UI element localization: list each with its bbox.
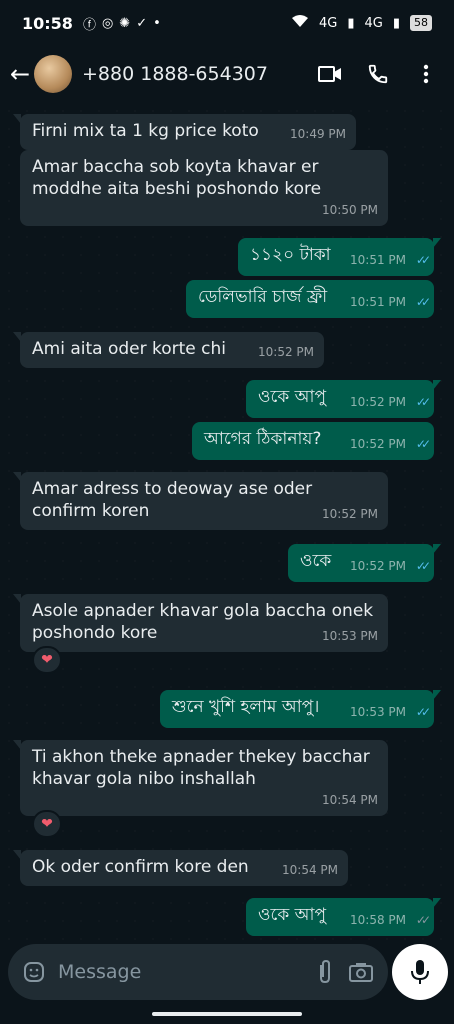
microphone-icon[interactable] — [392, 944, 448, 1000]
message-input[interactable]: Message — [58, 961, 302, 983]
message-time: 10:52 PM — [322, 507, 378, 521]
message-time: 10:51 PM — [350, 253, 406, 267]
message-outgoing[interactable]: ডেলিভারি চার্জ ফ্রী 10:51 PM ✓✓ — [186, 280, 434, 318]
message-outgoing[interactable]: শুনে খুশি হলাম আপু। 10:53 PM ✓✓ — [160, 690, 441, 728]
status-time: 10:58 — [22, 13, 73, 33]
status-right: 4G ▮ 4G ▮ 58 — [291, 14, 432, 32]
message-incoming[interactable]: Amar adress to deoway ase oder confirm k… — [13, 472, 388, 530]
home-indicator — [152, 1012, 302, 1016]
message-time: 10:54 PM — [322, 793, 378, 807]
message-text: ডেলিভারি চার্জ ফ্রী — [198, 287, 328, 307]
message-outgoing[interactable]: ওকে আপু 10:52 PM ✓✓ — [246, 380, 441, 418]
signal-icon-2: ▮ — [392, 15, 400, 31]
contact-phone[interactable]: +880 1888-654307 — [82, 63, 302, 85]
avatar[interactable] — [34, 55, 72, 93]
message-incoming[interactable]: Ami aita oder korte chi 10:52 PM — [13, 332, 324, 368]
message-text: Amar adress to deoway ase oder confirm k… — [32, 479, 313, 521]
message-time: 10:49 PM — [290, 127, 346, 141]
video-call-icon[interactable] — [310, 54, 350, 94]
signal-icon-1: ▮ — [347, 15, 355, 31]
wifi-icon — [291, 14, 309, 32]
message-time: 10:53 PM — [350, 705, 406, 719]
message-text: আগের ঠিকানায়? — [204, 429, 322, 449]
message-time: 10:52 PM — [258, 345, 314, 359]
message-outgoing[interactable]: ওকে আপু 10:58 PM ✓✓ — [246, 898, 441, 936]
heart-reaction-icon[interactable]: ❤ — [32, 646, 62, 674]
message-time: 10:52 PM — [350, 437, 406, 451]
message-composer[interactable]: Message — [8, 944, 388, 1000]
message-text: ওকে আপু — [258, 387, 327, 407]
message-text: ওকে — [300, 551, 332, 571]
message-time: 10:54 PM — [282, 863, 338, 877]
dot-icon: • — [153, 15, 161, 31]
message-incoming[interactable]: Firni mix ta 1 kg price koto 10:49 PM — [13, 114, 356, 150]
phone-icon[interactable] — [358, 54, 398, 94]
chatgpt-icon: ✺ — [119, 15, 131, 31]
message-time: 10:52 PM — [350, 395, 406, 409]
read-ticks-icon: ✓✓ — [415, 437, 431, 451]
check-download-icon: ✓ — [136, 15, 148, 31]
message-text: ১১২০ টাকা — [250, 245, 331, 265]
message-outgoing[interactable]: ১১২০ টাকা 10:51 PM ✓✓ — [238, 238, 441, 276]
message-text: Ti akhon theke apnader thekey bacchar kh… — [32, 747, 370, 789]
battery-level: 58 — [410, 15, 432, 31]
message-outgoing[interactable]: আগের ঠিকানায়? 10:52 PM ✓✓ — [192, 422, 434, 460]
message-incoming[interactable]: Ok oder confirm kore den 10:54 PM — [13, 850, 348, 886]
message-incoming[interactable]: Asole apnader khavar gola baccha onek po… — [13, 594, 388, 652]
message-text: Ok oder confirm kore den — [32, 857, 249, 877]
notification-icons: ⓕ ◎ ✺ ✓ • — [83, 14, 161, 33]
read-ticks-icon: ✓✓ — [415, 395, 431, 409]
message-time: 10:50 PM — [322, 203, 378, 217]
message-outgoing[interactable]: ওকে 10:52 PM ✓✓ — [288, 544, 441, 582]
camera-icon[interactable] — [348, 961, 374, 983]
message-text: Ami aita oder korte chi — [32, 339, 226, 359]
chat-area[interactable]: Firni mix ta 1 kg price koto 10:49 PM Am… — [0, 102, 454, 942]
message-text: Firni mix ta 1 kg price koto — [32, 121, 259, 141]
read-ticks-icon: ✓✓ — [415, 559, 431, 573]
message-incoming[interactable]: Amar baccha sob koyta khavar er moddhe a… — [20, 150, 388, 226]
delivered-ticks-icon: ✓✓ — [415, 913, 431, 927]
message-time: 10:53 PM — [322, 629, 378, 643]
message-time: 10:52 PM — [350, 559, 406, 573]
arrow-left-icon[interactable]: ← — [10, 60, 32, 88]
paperclip-icon[interactable] — [316, 959, 334, 985]
message-text: শুনে খুশি হলাম আপু। — [172, 697, 320, 717]
sticker-icon[interactable] — [22, 960, 46, 984]
message-time: 10:51 PM — [350, 295, 406, 309]
signal-2: 4G — [364, 15, 383, 31]
message-incoming[interactable]: Ti akhon theke apnader thekey bacchar kh… — [13, 740, 388, 816]
message-time: 10:58 PM — [350, 913, 406, 927]
chat-header: ← +880 1888-654307 — [0, 46, 454, 102]
status-bar: 10:58 ⓕ ◎ ✺ ✓ • 4G ▮ 4G ▮ 58 — [0, 0, 454, 46]
read-ticks-icon: ✓✓ — [415, 705, 431, 719]
instagram-icon: ◎ — [101, 15, 114, 31]
read-ticks-icon: ✓✓ — [415, 295, 431, 309]
heart-reaction-icon[interactable]: ❤ — [32, 810, 62, 838]
more-vert-icon[interactable] — [406, 54, 446, 94]
read-ticks-icon: ✓✓ — [415, 253, 431, 267]
signal-1: 4G — [318, 15, 338, 31]
message-text: ওকে আপু — [258, 905, 327, 925]
message-text: Amar baccha sob koyta khavar er moddhe a… — [32, 157, 322, 199]
facebook-icon: ⓕ — [82, 17, 96, 33]
